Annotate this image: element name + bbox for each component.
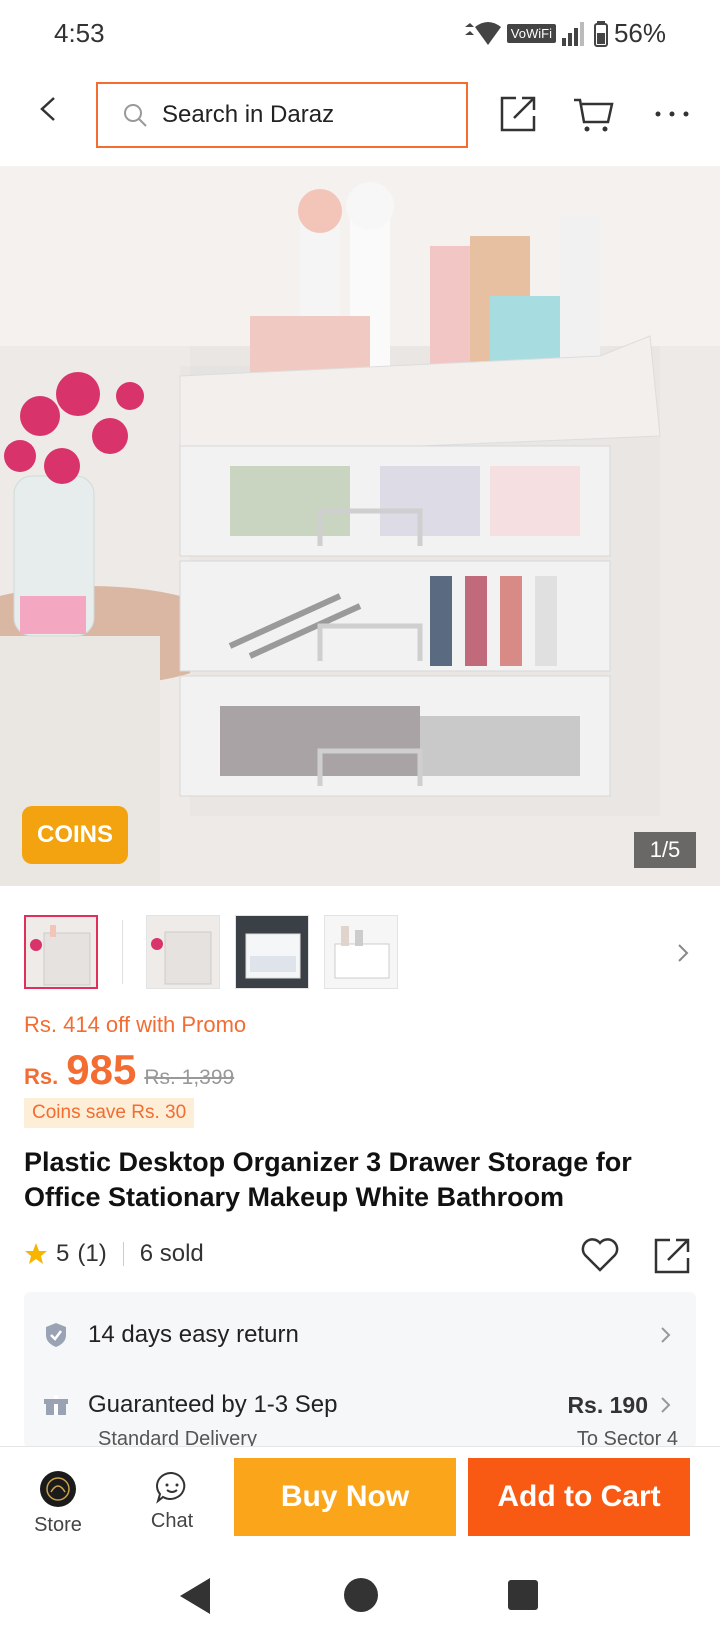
review-count: (1) — [77, 1240, 107, 1267]
search-icon — [124, 104, 147, 127]
return-text: 14 days easy return — [88, 1321, 299, 1348]
add-to-cart-button[interactable]: Add to Cart — [468, 1458, 690, 1536]
status-icons: VoWiFi 56% — [461, 18, 666, 49]
delivery-row[interactable]: Guaranteed by 1-3 Sep Rs. 190 — [24, 1382, 696, 1428]
wifi-icon — [464, 21, 501, 45]
price-currency: Rs. — [24, 1064, 59, 1089]
nav-recents-icon[interactable] — [506, 1578, 540, 1612]
thumbnail-2[interactable] — [146, 915, 220, 989]
coins-badge: COINS — [22, 806, 128, 864]
share-product-icon[interactable] — [652, 1236, 692, 1276]
back-arrow-icon[interactable] — [36, 96, 62, 122]
battery-percent: 56% — [613, 18, 666, 48]
sold-count: 6 sold — [139, 1240, 204, 1267]
coins-save-badge: Coins save Rs. 30 — [24, 1098, 195, 1128]
vowifi-label: VoWiFi — [506, 24, 556, 43]
price-current: 985 — [66, 1046, 137, 1093]
rating-row[interactable]: 5 (1) 6 sold — [24, 1240, 204, 1268]
rating-divider — [122, 1242, 124, 1266]
chevron-right-icon[interactable] — [676, 942, 690, 964]
search-input[interactable]: Search in Daraz — [96, 82, 468, 148]
return-policy-row[interactable]: 14 days easy return — [24, 1312, 696, 1358]
promo-text: Rs. 414 off with Promo — [24, 1012, 247, 1037]
chevron-right-icon — [661, 1397, 671, 1413]
rating-value: 5 — [56, 1240, 70, 1267]
chat-button[interactable]: Chat — [146, 1470, 198, 1533]
services-card: 14 days easy return Guaranteed by 1-3 Se… — [24, 1292, 696, 1450]
cart-icon[interactable] — [574, 94, 614, 134]
delivery-price: Rs. 190 — [567, 1391, 648, 1418]
shield-icon — [46, 1323, 66, 1347]
thumbnail-4[interactable] — [324, 915, 398, 989]
share-icon[interactable] — [498, 94, 538, 134]
nav-home-icon[interactable] — [342, 1576, 380, 1614]
chat-label: Chat — [150, 1510, 194, 1532]
price-row: Rs. 985 Rs. 1,399 — [24, 1046, 234, 1094]
thumbnail-divider — [122, 920, 123, 984]
chevron-right-icon — [661, 1327, 671, 1343]
system-nav-bar — [0, 1554, 720, 1640]
heart-icon[interactable] — [580, 1236, 620, 1274]
thumbnail-3[interactable] — [235, 915, 309, 989]
delivery-text: Guaranteed by 1-3 Sep — [88, 1391, 338, 1418]
buy-now-button[interactable]: Buy Now — [234, 1458, 456, 1536]
star-icon — [25, 1243, 47, 1264]
battery-icon — [593, 20, 608, 47]
store-label: Store — [34, 1514, 82, 1536]
status-time: 4:53 — [54, 18, 105, 48]
store-logo-icon — [40, 1471, 76, 1507]
product-photo — [0, 166, 720, 886]
more-icon[interactable] — [652, 94, 692, 134]
price-original: Rs. 1,399 — [144, 1066, 235, 1089]
nav-back-icon[interactable] — [176, 1576, 212, 1616]
store-button[interactable]: Store — [30, 1470, 86, 1537]
chat-icon — [156, 1471, 186, 1504]
thumbnail-1[interactable] — [24, 915, 98, 989]
product-title: Plastic Desktop Organizer 3 Drawer Stora… — [24, 1147, 632, 1212]
image-page-indicator: 1/5 — [634, 832, 696, 868]
search-placeholder: Search in Daraz — [162, 101, 335, 128]
delivery-box-icon — [44, 1395, 68, 1415]
product-image[interactable] — [0, 166, 720, 886]
signal-icon — [561, 21, 584, 46]
